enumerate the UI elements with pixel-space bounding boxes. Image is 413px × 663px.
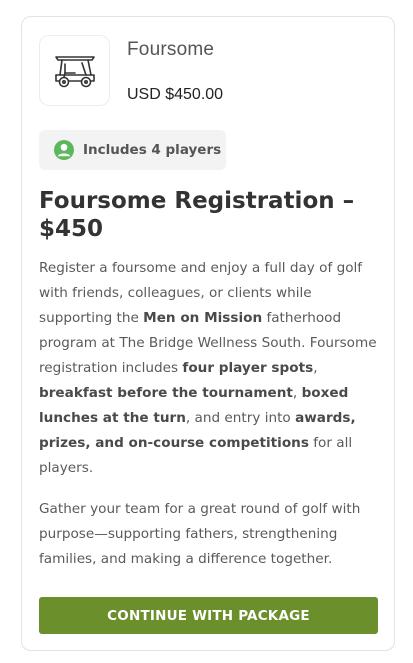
package-price: USD $450.00 (127, 86, 224, 103)
description-highlight: Men on Mission (143, 310, 263, 326)
package-description: Register a foursome and enjoy a full day… (39, 256, 381, 481)
players-badge: Includes 4 players (39, 130, 226, 170)
golf-cart-icon (54, 55, 95, 87)
package-name: Foursome (127, 39, 215, 60)
description-text: , (313, 360, 318, 376)
players-badge-label: Includes 4 players (83, 142, 222, 158)
description-highlight: four player spots (182, 360, 314, 376)
continue-with-package-button[interactable]: CONTINUE WITH PACKAGE (39, 597, 378, 634)
description-text: , (292, 385, 302, 401)
package-title: Foursome Registration – $450 (39, 188, 355, 242)
package-card: Foursome USD $450.00 Includes 4 players … (21, 16, 395, 651)
package-image (39, 35, 110, 106)
package-description-secondary: Gather your team for a great round of go… (39, 501, 361, 567)
description-highlight: breakfast before the tournament (39, 385, 293, 401)
user-circle-icon (54, 140, 74, 160)
description-text: , and entry into (185, 410, 296, 426)
